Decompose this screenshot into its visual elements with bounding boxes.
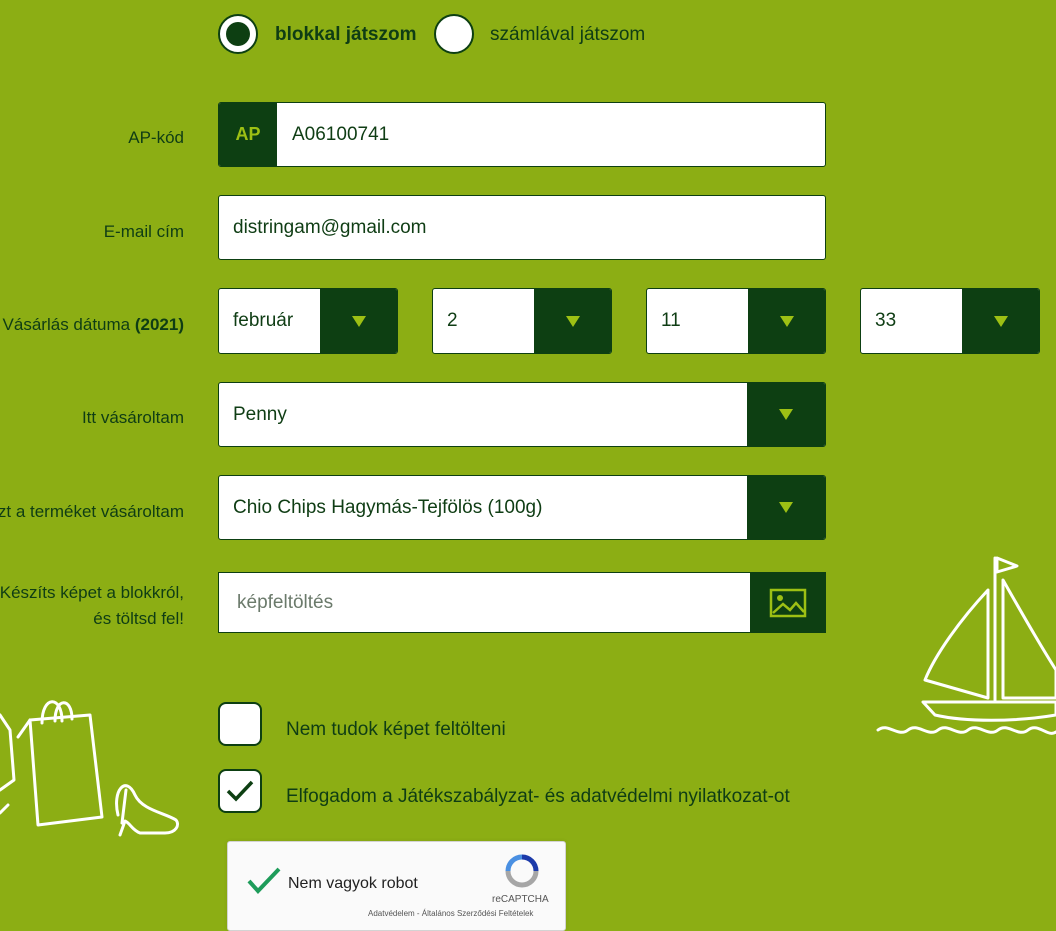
chevron-down-icon: [779, 315, 794, 327]
product-dropdown-button[interactable]: [747, 476, 825, 539]
upload-label: Készíts képet a blokkról, és töltsd fel!: [0, 580, 184, 632]
store-label: Itt vásároltam: [81, 408, 184, 427]
store-value: Penny: [233, 403, 287, 425]
product-label: zt a terméket vásároltam: [0, 502, 184, 521]
ap-badge: AP: [219, 103, 277, 166]
recaptcha-label: Nem vagyok robot: [288, 875, 418, 892]
email-label: E-mail cím: [103, 222, 184, 241]
purchase-date-text: Vásárlás dátuma: [2, 315, 131, 334]
radio-receipt-label[interactable]: blokkal játszom: [275, 15, 417, 55]
store-dropdown-button[interactable]: [747, 383, 825, 446]
day-select[interactable]: 2: [432, 288, 612, 354]
recaptcha-logo-icon: [505, 854, 539, 888]
product-value: Chio Chips Hagymás-Tejfölös (100g): [233, 496, 543, 518]
chevron-down-icon: [565, 315, 580, 327]
minute-select[interactable]: 33: [860, 288, 1040, 354]
hour-select[interactable]: 11: [646, 288, 826, 354]
upload-label-line2: és töltsd fel!: [93, 609, 184, 628]
chevron-down-icon: [779, 502, 793, 513]
day-dropdown-button[interactable]: [534, 289, 611, 353]
email-value: distringam@gmail.com: [233, 216, 427, 238]
chevron-down-icon: [351, 315, 366, 327]
minute-value: 33: [875, 310, 897, 331]
ap-code-field[interactable]: AP A06100741: [218, 102, 826, 167]
shopping-bag-illustration: [0, 700, 179, 837]
chevron-down-icon: [993, 315, 1008, 327]
month-dropdown-button[interactable]: [320, 289, 397, 353]
ap-code-value: A06100741: [292, 123, 390, 145]
image-icon: [769, 588, 806, 617]
no-upload-checkbox[interactable]: [218, 702, 262, 746]
recaptcha-widget: Nem vagyok robot reCAPTCHA Adatvédelem -…: [227, 841, 566, 931]
recaptcha-check-icon[interactable]: [246, 866, 282, 896]
month-select[interactable]: február: [218, 288, 398, 354]
sailboat-illustration: [876, 556, 1056, 735]
day-value: 2: [447, 310, 458, 331]
store-select[interactable]: Penny: [218, 382, 826, 447]
upload-button[interactable]: [750, 573, 825, 632]
radio-receipt[interactable]: [218, 14, 258, 54]
accept-terms-label[interactable]: Elfogadom a Játékszabályzat- és adatvéde…: [286, 786, 790, 808]
radio-invoice-label[interactable]: számlával játszom: [490, 15, 645, 55]
product-select[interactable]: Chio Chips Hagymás-Tejfölös (100g): [218, 475, 826, 540]
ap-code-label: AP-kód: [128, 128, 184, 147]
checkmark-icon: [226, 780, 254, 802]
minute-dropdown-button[interactable]: [962, 289, 1039, 353]
radio-selected-dot: [226, 22, 250, 46]
month-value: február: [233, 310, 294, 331]
upload-field[interactable]: képfeltöltés: [218, 572, 826, 633]
hour-dropdown-button[interactable]: [748, 289, 825, 353]
recaptcha-footer-links[interactable]: Adatvédelem - Általános Szerződési Felté…: [368, 909, 533, 918]
upload-label-line1: Készíts képet a blokkról,: [0, 583, 184, 602]
recaptcha-brand: reCAPTCHA: [492, 894, 549, 905]
email-field[interactable]: distringam@gmail.com: [218, 195, 826, 260]
upload-placeholder: képfeltöltés: [237, 591, 334, 613]
purchase-date-year: (2021): [134, 315, 184, 334]
hour-value: 11: [661, 310, 681, 331]
accept-terms-checkbox[interactable]: [218, 769, 262, 813]
purchase-date-label: Vásárlás dátuma (2021): [3, 312, 184, 338]
no-upload-label[interactable]: Nem tudok képet feltölteni: [286, 719, 506, 741]
radio-invoice[interactable]: [434, 14, 474, 54]
chevron-down-icon: [779, 409, 793, 420]
